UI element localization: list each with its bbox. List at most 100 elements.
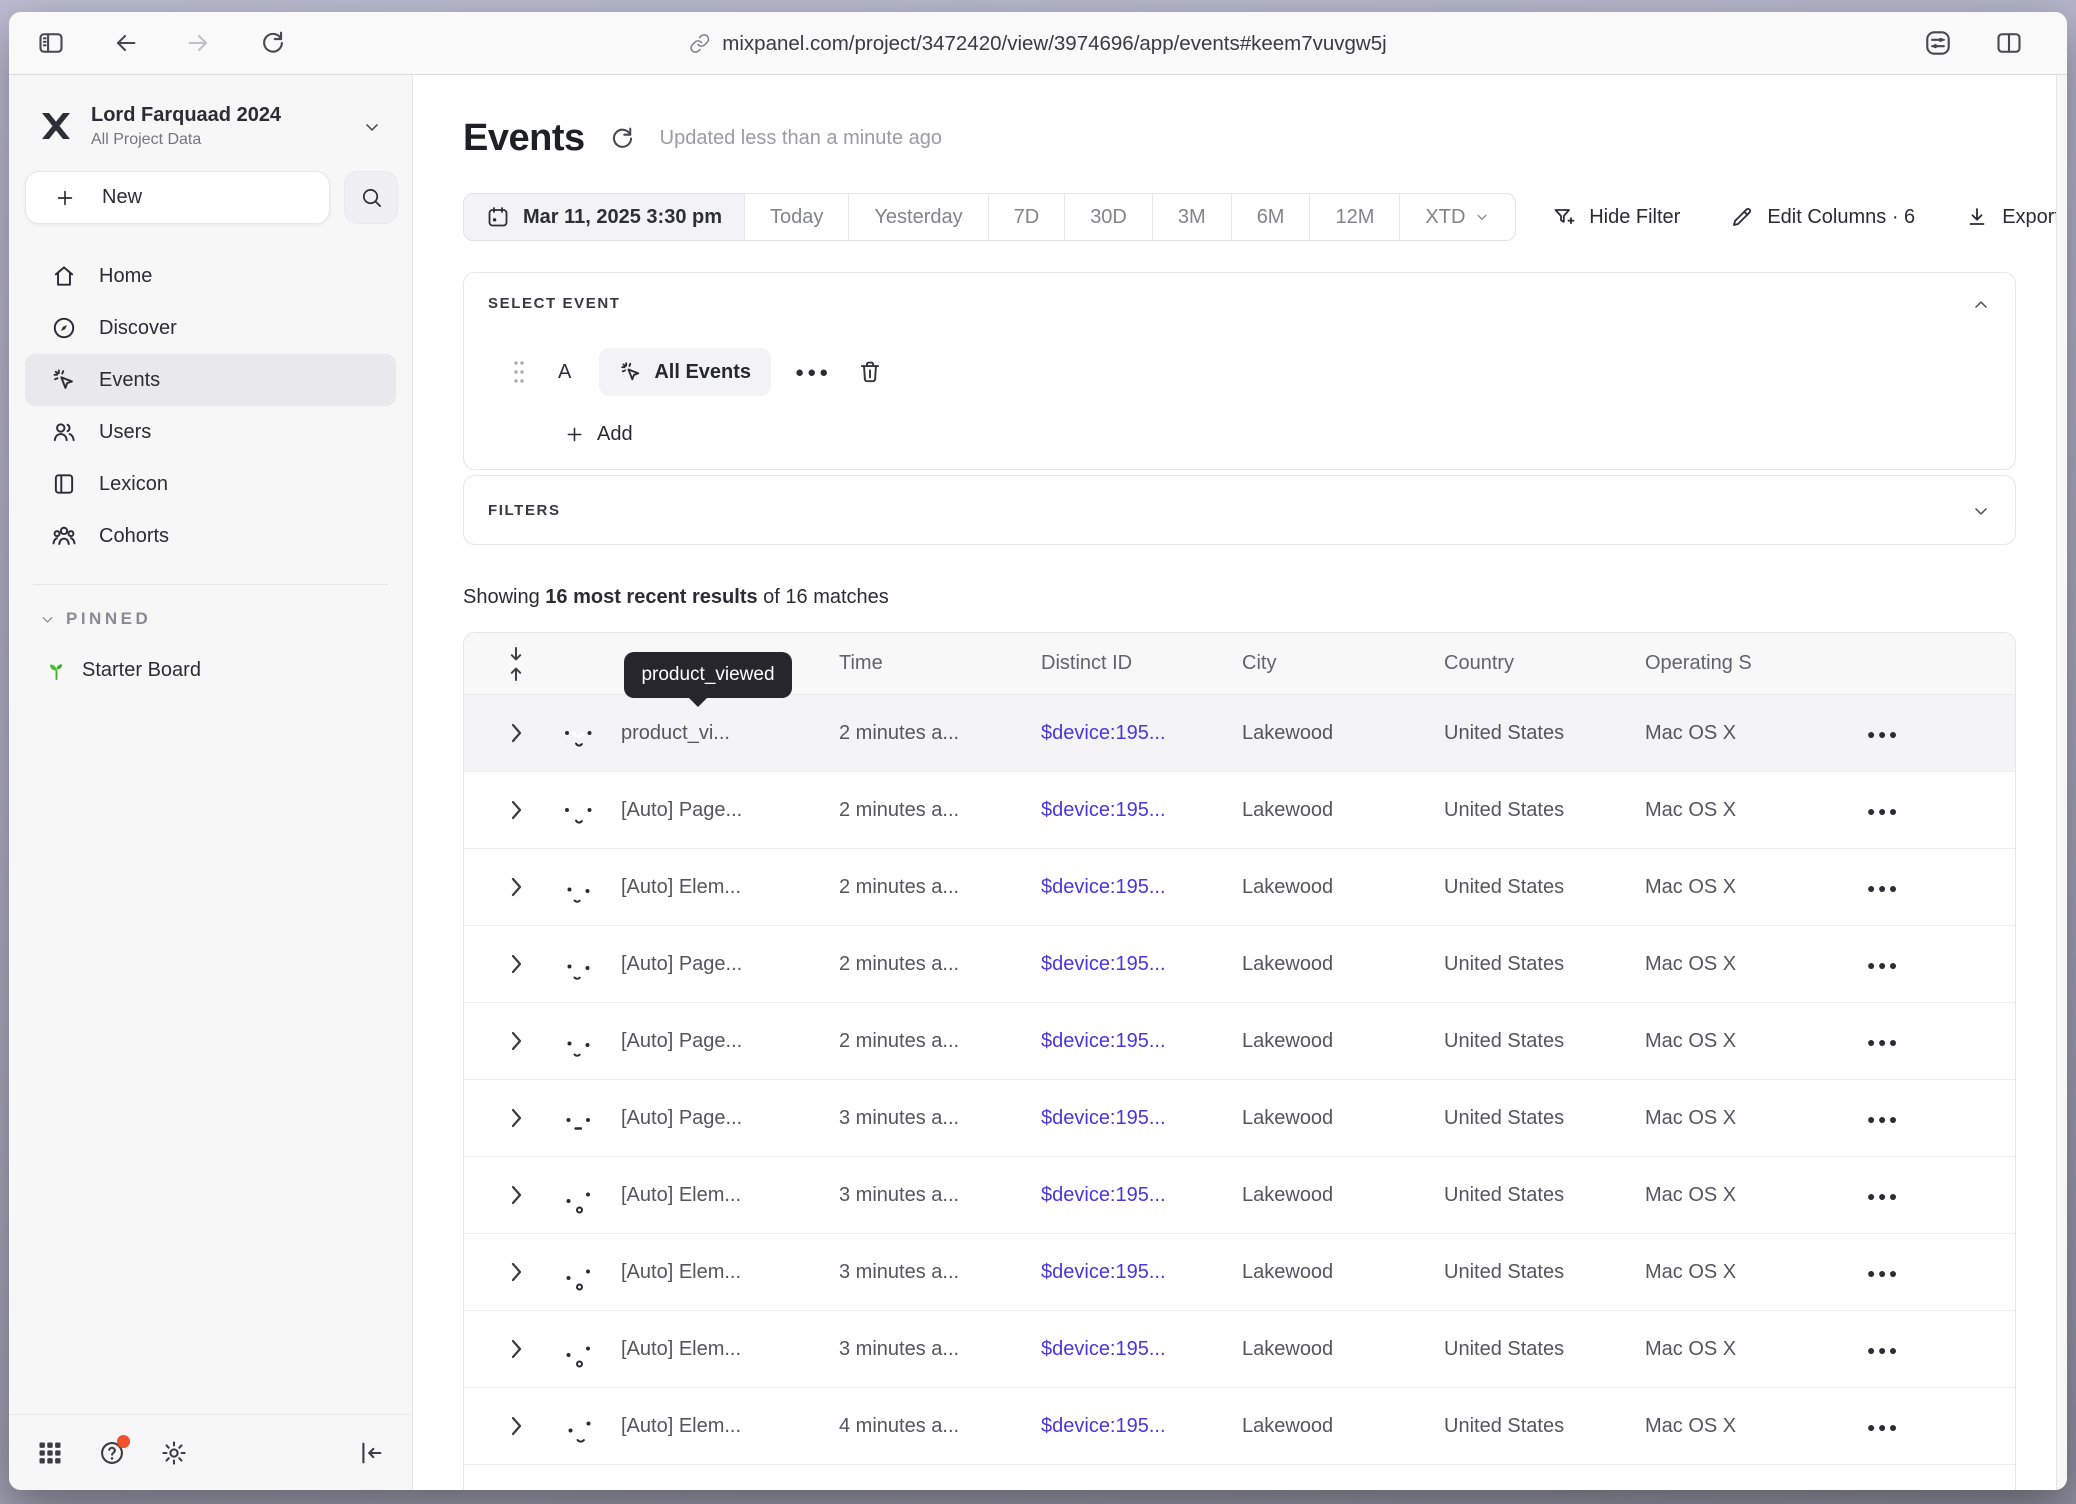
refresh-icon[interactable] [609,125,636,152]
table-row[interactable]: [Auto] Page...2 minutes a...$device:195.… [464,772,2015,849]
pinned-item-label: Starter Board [82,659,201,682]
apps-grid-icon[interactable] [35,1438,65,1468]
row-more-options-icon[interactable]: ●●● [1867,803,1900,819]
collapse-sidebar-icon[interactable] [356,1438,386,1468]
expand-row-icon[interactable] [510,799,523,821]
distinct-id-link[interactable]: $device:195... [1041,799,1242,822]
table-row[interactable]: [Auto] Page...2 minutes a...$device:195.… [464,926,2015,1003]
distinct-id-link[interactable]: $device:195... [1041,953,1242,976]
event-time: 3 minutes a... [839,1107,1041,1130]
pinned-label: PINNED [66,609,151,629]
distinct-id-link[interactable]: $device:195... [1041,1261,1242,1284]
distinct-id-link[interactable]: $device:195... [1041,722,1242,745]
page-settings-icon[interactable] [1924,29,1952,57]
edit-columns-button[interactable]: Edit Columns · 6 [1730,205,1915,229]
url-text: mixpanel.com/project/3472420/view/397469… [722,32,1386,56]
distinct-id-link[interactable]: $device:195... [1041,1184,1242,1207]
column-header-time[interactable]: Time [839,652,1041,675]
table-row[interactable]: [Auto] Elem...4 minutes a...$device:195.… [464,1465,2015,1490]
help-icon[interactable] [97,1438,127,1468]
date-segment-7d[interactable]: 7D [988,194,1065,240]
chevron-down-icon[interactable] [1971,501,1991,521]
new-button[interactable]: New [25,171,330,224]
expand-row-icon[interactable] [510,1338,523,1360]
column-header-os[interactable]: Operating S [1645,652,1847,675]
expand-row-icon[interactable] [510,722,523,744]
sidebar-item-home[interactable]: Home [25,250,396,302]
event-os: Mac OS X [1645,1107,1847,1130]
row-more-options-icon[interactable]: ●●● [1867,1265,1900,1281]
date-segment-30d[interactable]: 30D [1064,194,1152,240]
row-more-options-icon[interactable]: ●●● [1867,726,1900,742]
row-more-options-icon[interactable]: ●●● [1867,880,1900,896]
expand-row-icon[interactable] [510,1415,523,1437]
sidebar-item-cohorts[interactable]: Cohorts [25,510,396,562]
distinct-id-link[interactable]: $device:195... [1041,1030,1242,1053]
expand-row-icon[interactable] [510,876,523,898]
date-segment-yesterday[interactable]: Yesterday [848,194,987,240]
table-row[interactable]: [Auto] Page...2 minutes a...$device:195.… [464,1003,2015,1080]
date-range-selected[interactable]: Mar 11, 2025 3:30 pm [464,194,744,240]
date-segment-xtd[interactable]: XTD [1399,194,1515,240]
table-row[interactable]: [Auto] Elem...3 minutes a...$device:195.… [464,1157,2015,1234]
scrollbar[interactable] [2056,75,2067,1490]
forward-icon[interactable] [185,29,213,57]
trash-icon[interactable] [857,359,883,385]
event-country: United States [1444,953,1645,976]
sidebar-toggle-icon[interactable] [37,29,65,57]
expand-row-icon[interactable] [510,1030,523,1052]
row-more-options-icon[interactable]: ●●● [1867,1034,1900,1050]
date-segment-3m[interactable]: 3M [1152,194,1231,240]
filters-label: FILTERS [488,502,561,519]
sidebar-item-events[interactable]: Events [25,354,396,406]
split-view-icon[interactable] [1995,29,2023,57]
column-header-city[interactable]: City [1242,652,1444,675]
event-name: [Auto] Page... [621,799,839,822]
add-event-button[interactable]: Add [564,423,633,446]
expand-row-icon[interactable] [510,953,523,975]
export-button[interactable]: Export [1965,205,2060,229]
table-row[interactable]: [Auto] Page...3 minutes a...$device:195.… [464,1080,2015,1157]
back-icon[interactable] [111,29,139,57]
all-events-chip[interactable]: All Events [599,348,771,396]
column-header-country[interactable]: Country [1444,652,1645,675]
table-row[interactable]: [Auto] Elem...4 minutes a...$device:195.… [464,1388,2015,1465]
table-row[interactable]: [Auto] Elem...2 minutes a...$device:195.… [464,849,2015,926]
download-icon [1965,205,1989,229]
sidebar-item-lexicon[interactable]: Lexicon [25,458,396,510]
hide-filter-button[interactable]: Hide Filter [1552,205,1680,229]
project-switcher[interactable]: Lord Farquaad 2024 All Project Data [39,103,386,149]
sidebar-item-label: Cohorts [99,525,169,548]
address-bar[interactable]: mixpanel.com/project/3472420/view/397469… [689,12,1386,75]
search-button[interactable] [344,171,398,224]
date-segment-12m[interactable]: 12M [1309,194,1399,240]
expand-collapse-all-icon[interactable] [505,644,527,684]
distinct-id-link[interactable]: $device:195... [1041,1415,1242,1438]
sidebar-item-users[interactable]: Users [25,406,396,458]
chevron-up-icon[interactable] [1971,295,1991,315]
distinct-id-link[interactable]: $device:195... [1041,1107,1242,1130]
reload-icon[interactable] [259,29,287,57]
plus-icon [564,424,585,445]
distinct-id-link[interactable]: $device:195... [1041,876,1242,899]
row-more-options-icon[interactable]: ●●● [1867,1188,1900,1204]
sidebar-item-discover[interactable]: Discover [25,302,396,354]
gear-icon[interactable] [159,1438,189,1468]
more-options-icon[interactable]: ●●● [795,364,831,381]
table-row[interactable]: [Auto] Elem...3 minutes a...$device:195.… [464,1234,2015,1311]
row-more-options-icon[interactable]: ●●● [1867,1342,1900,1358]
date-segment-6m[interactable]: 6M [1231,194,1310,240]
drag-handle-icon[interactable] [512,359,526,385]
expand-row-icon[interactable] [510,1107,523,1129]
date-segment-today[interactable]: Today [744,194,848,240]
expand-row-icon[interactable] [510,1184,523,1206]
row-more-options-icon[interactable]: ●●● [1867,957,1900,973]
pinned-section-header[interactable]: PINNED [39,609,412,629]
row-more-options-icon[interactable]: ●●● [1867,1419,1900,1435]
column-header-distinct-id[interactable]: Distinct ID [1041,652,1242,675]
distinct-id-link[interactable]: $device:195... [1041,1338,1242,1361]
table-row[interactable]: [Auto] Elem...3 minutes a...$device:195.… [464,1311,2015,1388]
expand-row-icon[interactable] [510,1261,523,1283]
row-more-options-icon[interactable]: ●●● [1867,1111,1900,1127]
pinned-item-starter-board[interactable]: Starter Board [45,659,412,682]
